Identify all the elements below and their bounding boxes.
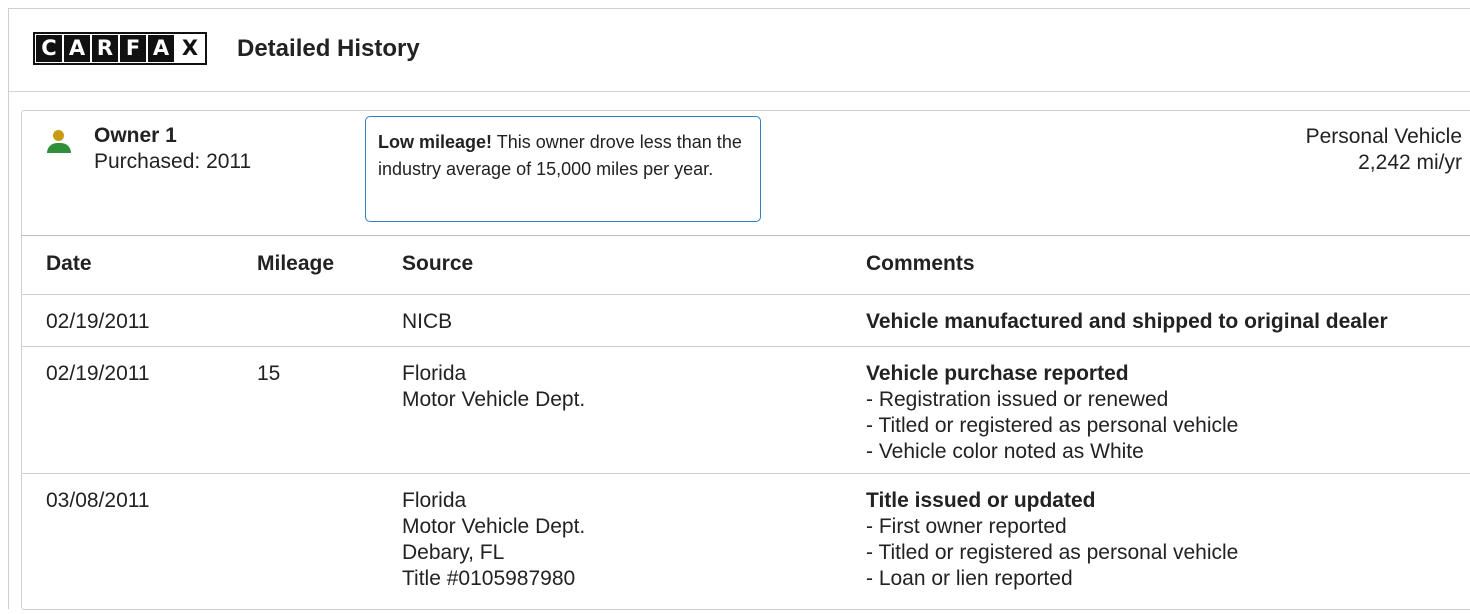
page-title: Detailed History	[237, 35, 420, 62]
history-panel: C A R F A X Detailed History Owner 1 Pur…	[8, 8, 1470, 610]
panel-header: C A R F A X Detailed History	[9, 9, 1470, 92]
miles-per-year: 2,242 mi/yr	[1358, 151, 1462, 174]
logo-letter: C	[36, 35, 62, 62]
source-line: Motor Vehicle Dept.	[402, 515, 586, 538]
source-line: Florida	[402, 489, 467, 512]
row-comments: Title issued or updated First owner repo…	[866, 488, 1238, 592]
source-line: Florida	[402, 362, 467, 385]
comment-title: Vehicle manufactured and shipped to orig…	[866, 310, 1388, 333]
row-date: 02/19/2011	[46, 310, 150, 333]
header-comments: Comments	[866, 252, 975, 275]
owner-usage-summary: Personal Vehicle 2,242 mi/yr	[1306, 124, 1462, 176]
owner-card: Owner 1 Purchased: 2011 Low mileage! Thi…	[21, 110, 1470, 610]
callout-heading: Low mileage!	[378, 132, 493, 152]
table-row: 03/08/2011 Florida Motor Vehicle Dept. D…	[21, 474, 1470, 614]
logo-letter: X	[176, 35, 204, 62]
logo-letter: A	[64, 35, 90, 62]
table-row: 02/19/2011 15 Florida Motor Vehicle Dept…	[21, 347, 1470, 474]
header-source: Source	[402, 252, 474, 275]
table-row: 02/19/2011 NICB Vehicle manufactured and…	[21, 295, 1470, 347]
comment-title: Title issued or updated	[866, 489, 1096, 512]
header-date: Date	[46, 252, 92, 275]
source-line: Motor Vehicle Dept.	[402, 388, 586, 411]
header-mileage: Mileage	[257, 252, 335, 275]
logo-letter: A	[148, 35, 174, 62]
vehicle-type: Personal Vehicle	[1305, 125, 1462, 148]
logo-letter: R	[92, 35, 118, 62]
comment-line: Titled or registered as personal vehicle	[866, 413, 1238, 439]
comment-line: Vehicle color noted as White	[866, 439, 1238, 465]
comment-line: First owner reported	[866, 514, 1238, 540]
low-mileage-callout: Low mileage! This owner drove less than …	[365, 116, 761, 222]
comment-line: Loan or lien reported	[866, 566, 1238, 592]
comment-line: Registration issued or renewed	[866, 387, 1238, 413]
table-header-row: Date Mileage Source Comments	[21, 236, 1470, 295]
row-date: 02/19/2011	[46, 362, 150, 385]
row-comments: Vehicle manufactured and shipped to orig…	[866, 309, 1388, 335]
comment-line: Titled or registered as personal vehicle	[866, 540, 1238, 566]
owner-name: Owner 1	[94, 124, 177, 147]
history-table: Date Mileage Source Comments 02/19/2011 …	[21, 235, 1470, 614]
source-line: NICB	[402, 310, 453, 333]
comment-title: Vehicle purchase reported	[866, 362, 1129, 385]
row-comments: Vehicle purchase reported Registration i…	[866, 361, 1238, 465]
row-mileage: 15	[257, 362, 281, 385]
row-date: 03/08/2011	[46, 489, 150, 512]
row-source: NICB	[402, 309, 452, 335]
owner-person-icon	[44, 128, 72, 156]
row-source: Florida Motor Vehicle Dept.	[402, 361, 585, 413]
source-line: Debary, FL	[402, 541, 505, 564]
owner-purchased: Purchased: 2011	[94, 150, 252, 173]
logo-letter: F	[120, 35, 146, 62]
carfax-logo: C A R F A X	[33, 32, 207, 65]
source-line: Title #0105987980	[402, 567, 576, 590]
row-source: Florida Motor Vehicle Dept. Debary, FL T…	[402, 488, 585, 592]
